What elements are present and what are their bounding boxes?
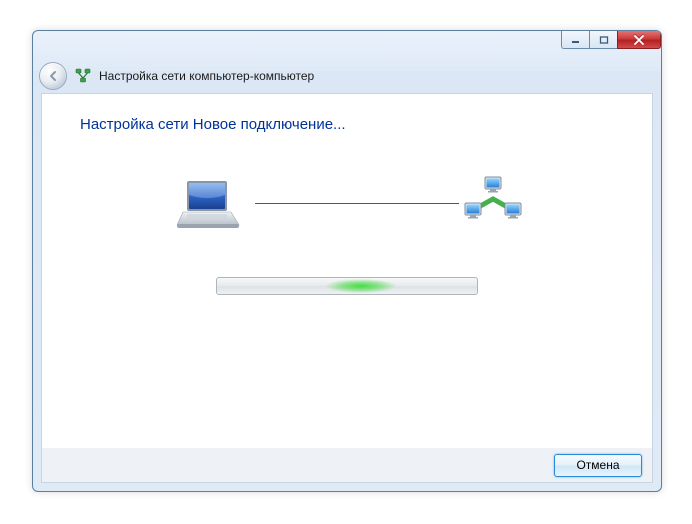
laptop-icon <box>177 179 241 234</box>
close-button[interactable] <box>617 31 661 49</box>
network-icon <box>463 175 523 232</box>
content-panel: Настройка сети Новое подключение... <box>41 93 653 449</box>
minimize-button[interactable] <box>561 31 589 49</box>
progress-glow <box>321 278 401 294</box>
wizard-window: Настройка сети компьютер-компьютер Настр… <box>32 30 662 492</box>
wizard-icon <box>75 68 91 84</box>
cancel-button[interactable]: Отмена <box>554 454 642 477</box>
nav-strip: Настройка сети компьютер-компьютер <box>33 59 661 93</box>
maximize-button[interactable] <box>589 31 617 49</box>
connection-diagram <box>177 173 517 243</box>
progress-bar <box>216 277 478 295</box>
back-arrow-icon <box>46 69 60 83</box>
back-button[interactable] <box>39 62 67 90</box>
close-icon <box>633 35 645 45</box>
caption-buttons <box>561 31 661 49</box>
minimize-icon <box>571 36 581 44</box>
page-heading: Настройка сети Новое подключение... <box>42 94 652 133</box>
titlebar <box>33 31 661 59</box>
connection-line <box>255 203 459 204</box>
maximize-icon <box>599 36 609 44</box>
wizard-title: Настройка сети компьютер-компьютер <box>99 69 314 83</box>
bottom-bar: Отмена <box>41 448 653 483</box>
